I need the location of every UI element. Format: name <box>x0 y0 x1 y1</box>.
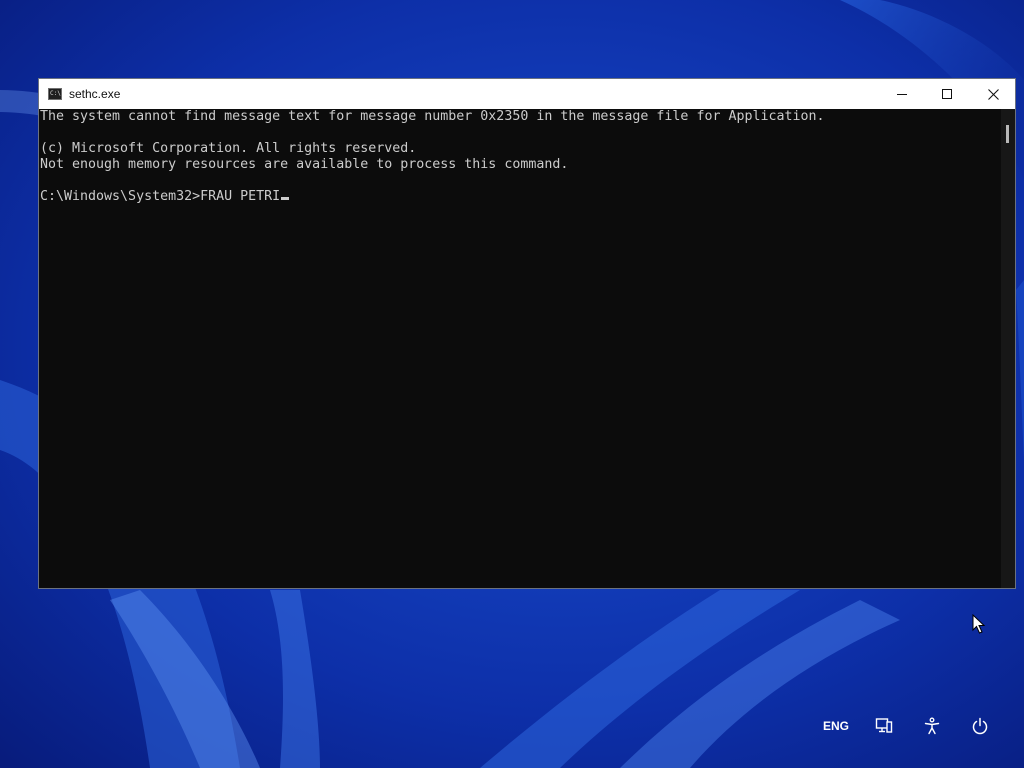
language-indicator[interactable]: ENG <box>818 710 854 742</box>
command-prompt: C:\Windows\System32> <box>40 189 201 204</box>
minimize-icon <box>897 94 907 95</box>
console-icon: C:\ <box>48 88 62 100</box>
minimize-button[interactable] <box>879 79 925 109</box>
close-button[interactable] <box>970 79 1016 109</box>
text-cursor <box>281 197 290 200</box>
network-button[interactable] <box>868 710 900 742</box>
console-icon-glyph: C:\ <box>50 90 61 97</box>
command-line[interactable]: C:\Windows\System32>FRAU PETRI <box>39 189 1001 205</box>
scroll-thumb[interactable] <box>1006 125 1009 143</box>
console-line: (c) Microsoft Corporation. All rights re… <box>40 141 417 156</box>
accessibility-button[interactable] <box>916 710 948 742</box>
window-title: sethc.exe <box>69 87 121 101</box>
console-window[interactable]: C:\ sethc.exe The system cannot find mes… <box>38 78 1016 589</box>
maximize-icon <box>942 89 952 99</box>
window-titlebar[interactable]: C:\ sethc.exe <box>39 79 1015 109</box>
mouse-pointer-icon <box>972 614 986 634</box>
maximize-button[interactable] <box>924 79 970 109</box>
accessibility-icon <box>924 717 940 735</box>
command-input[interactable]: FRAU PETRI <box>200 189 280 204</box>
power-icon <box>972 717 988 735</box>
vertical-scrollbar[interactable] <box>1001 109 1015 588</box>
power-button[interactable] <box>964 710 996 742</box>
network-icon <box>875 718 893 733</box>
console-line: Not enough memory resources are availabl… <box>40 157 569 172</box>
close-icon <box>987 88 999 100</box>
console-line: The system cannot find message text for … <box>40 109 825 124</box>
console-output[interactable]: The system cannot find message text for … <box>39 109 1001 588</box>
